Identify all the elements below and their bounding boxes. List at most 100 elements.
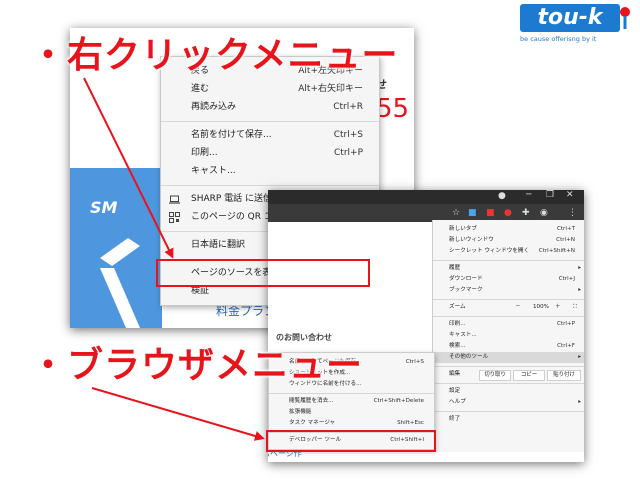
menu-item-label: 履歴 xyxy=(449,265,461,271)
menu-item-cast[interactable]: キャスト... xyxy=(433,330,584,341)
extension-icon[interactable]: ■ xyxy=(468,208,477,218)
ctx-item-forward[interactable]: 進む Alt+右矢印キー xyxy=(161,81,379,98)
menu-item-new-tab[interactable]: 新しいタブ Ctrl+T xyxy=(433,224,584,235)
menu-separator xyxy=(433,383,584,384)
puzzle-icon[interactable]: ✚ xyxy=(522,208,530,218)
ctx-item-shortcut: Ctrl+P xyxy=(334,148,363,158)
developer-tools-highlight xyxy=(266,430,436,452)
menu-item-label: ダウンロード xyxy=(449,276,483,282)
browser-menu-screenshot: ● ─ ❐ ✕ ☆ ■ ■ ● ✚ ◉ ⋮ のお問い合わせ ブ ムページ作 新し… xyxy=(268,190,584,462)
submenu-item-label: 拡張機能 xyxy=(289,409,312,415)
ctx-item-label: 名前を付けて保存... xyxy=(191,130,272,140)
fullscreen-icon[interactable]: ⛶ xyxy=(573,302,577,313)
menu-item-label: 新しいタブ xyxy=(449,226,477,232)
menu-item-label: シークレット ウィンドウを開く xyxy=(449,248,530,254)
site-logo-mark-icon xyxy=(100,238,140,328)
ctx-item-print[interactable]: 印刷... Ctrl+P xyxy=(161,145,379,162)
ctx-item-label: 印刷... xyxy=(191,148,218,158)
ctx-item-shortcut: Ctrl+R xyxy=(333,102,363,112)
submenu-item-task-manager[interactable]: タスク マネージャ Shift+Esc xyxy=(269,418,434,429)
menu-item-settings[interactable]: 設定 xyxy=(433,386,584,397)
ctx-item-cast[interactable]: キャスト... xyxy=(161,163,379,180)
maximize-icon[interactable]: ❐ xyxy=(546,190,554,200)
menu-item-find[interactable]: 検索... Ctrl+F xyxy=(433,341,584,352)
menu-item-shortcut: Ctrl+J xyxy=(558,276,575,282)
submenu-item-label: 閲覧履歴を消去... xyxy=(289,398,334,404)
menu-item-new-window[interactable]: 新しいウィンドウ Ctrl+N xyxy=(433,235,584,246)
zoom-level: 100% xyxy=(533,304,549,310)
submenu-item-shortcut: Shift+Esc xyxy=(397,420,424,426)
menu-item-label: 印刷... xyxy=(449,321,466,327)
ctx-item-save-as[interactable]: 名前を付けて保存... Ctrl+S xyxy=(161,127,379,144)
chevron-right-icon: ▸ xyxy=(578,287,581,293)
edit-label: 編集 xyxy=(449,371,461,377)
view-source-highlight xyxy=(156,259,370,287)
submenu-item-clear-history[interactable]: 閲覧履歴を消去... Ctrl+Shift+Delete xyxy=(269,396,434,407)
menu-separator xyxy=(433,366,584,367)
zoom-label: ズーム xyxy=(449,304,466,310)
menu-item-help[interactable]: ヘルプ ▸ xyxy=(433,397,584,408)
menu-item-more-tools[interactable]: その他のツール ▸ xyxy=(433,352,584,363)
zoom-out-button[interactable]: － xyxy=(515,302,521,313)
location-pin-icon xyxy=(620,7,630,29)
menu-item-label: 新しいウィンドウ xyxy=(449,237,494,243)
ctx-separator xyxy=(161,121,379,122)
ctx-item-label: 進む xyxy=(191,84,210,94)
ctx-item-label: 日本語に翻訳 xyxy=(191,240,246,250)
menu-separator xyxy=(433,299,584,300)
zoom-in-button[interactable]: ＋ xyxy=(555,302,561,313)
menu-item-shortcut: Ctrl+T xyxy=(556,226,575,232)
arrow-to-developer-tools xyxy=(91,387,265,441)
record-icon[interactable]: ● xyxy=(498,191,506,201)
ctx-item-shortcut: Ctrl+S xyxy=(333,130,363,140)
menu-item-incognito[interactable]: シークレット ウィンドウを開く Ctrl+Shift+N xyxy=(433,246,584,257)
kebab-menu-icon[interactable]: ⋮ xyxy=(568,208,577,218)
menu-item-exit[interactable]: 終了 xyxy=(433,414,584,425)
site-logo: tou-k be cause offerisng by it xyxy=(520,4,632,50)
ctx-item-shortcut: Alt+右矢印キー xyxy=(298,84,363,94)
menu-separator xyxy=(433,316,584,317)
submenu-item-shortcut: Ctrl+Shift+Delete xyxy=(373,398,424,404)
extension-icon[interactable]: ■ xyxy=(486,208,495,218)
chevron-right-icon: ▸ xyxy=(578,265,581,271)
menu-item-label: ヘルプ xyxy=(449,399,466,405)
menu-item-zoom: ズーム － 100% ＋ ⛶ xyxy=(433,302,584,313)
ctx-item-label: キャスト... xyxy=(191,166,236,176)
menu-item-shortcut: Ctrl+F xyxy=(557,343,575,349)
submenu-separator xyxy=(269,393,434,394)
price-fragment: 55 xyxy=(376,94,410,124)
menu-item-shortcut: Ctrl+P xyxy=(556,321,575,327)
submenu-item-label: タスク マネージャ xyxy=(289,420,336,426)
browser-menu: 新しいタブ Ctrl+T 新しいウィンドウ Ctrl+N シークレット ウィンド… xyxy=(432,220,584,452)
cut-button[interactable]: 切り取り xyxy=(479,370,511,381)
ctx-item-label: SHARP 電話 に送信 xyxy=(191,194,273,204)
menu-item-shortcut: Ctrl+Shift+N xyxy=(538,248,575,254)
menu-item-shortcut: Ctrl+N xyxy=(556,237,575,243)
menu-separator xyxy=(433,411,584,412)
menu-item-label: 設定 xyxy=(449,388,461,394)
logo-wordmark: tou-k xyxy=(520,4,620,32)
chevron-right-icon: ▸ xyxy=(578,354,581,360)
menu-item-downloads[interactable]: ダウンロード Ctrl+J xyxy=(433,274,584,285)
site-logo-text: SM xyxy=(90,198,118,217)
paste-button[interactable]: 貼り付け xyxy=(547,370,581,381)
star-icon[interactable]: ☆ xyxy=(452,208,460,218)
menu-item-edit: 編集 切り取り コピー 貼り付け xyxy=(433,369,584,381)
submenu-item-extensions[interactable]: 拡張機能 xyxy=(269,407,434,418)
qr-code-icon xyxy=(169,212,180,223)
submenu-item-shortcut: Ctrl+S xyxy=(405,359,424,365)
right-click-menu-annotation: ・右クリックメニュー xyxy=(30,35,399,76)
menu-item-bookmarks[interactable]: ブックマーク ▸ xyxy=(433,285,584,296)
browser-menu-annotation: ・ブラウザメニュー xyxy=(30,345,364,386)
close-icon[interactable]: ✕ xyxy=(566,190,574,200)
ctx-separator xyxy=(161,185,379,186)
minimize-icon[interactable]: ─ xyxy=(526,190,531,200)
menu-item-label: 検索... xyxy=(449,343,466,349)
ctx-item-reload[interactable]: 再読み込み Ctrl+R xyxy=(161,99,379,116)
menu-separator xyxy=(433,260,584,261)
copy-button[interactable]: コピー xyxy=(513,370,545,381)
extension-icon[interactable]: ● xyxy=(504,208,512,218)
menu-item-history[interactable]: 履歴 ▸ xyxy=(433,263,584,274)
menu-item-print[interactable]: 印刷... Ctrl+P xyxy=(433,319,584,330)
profile-avatar-icon[interactable]: ◉ xyxy=(540,208,548,218)
